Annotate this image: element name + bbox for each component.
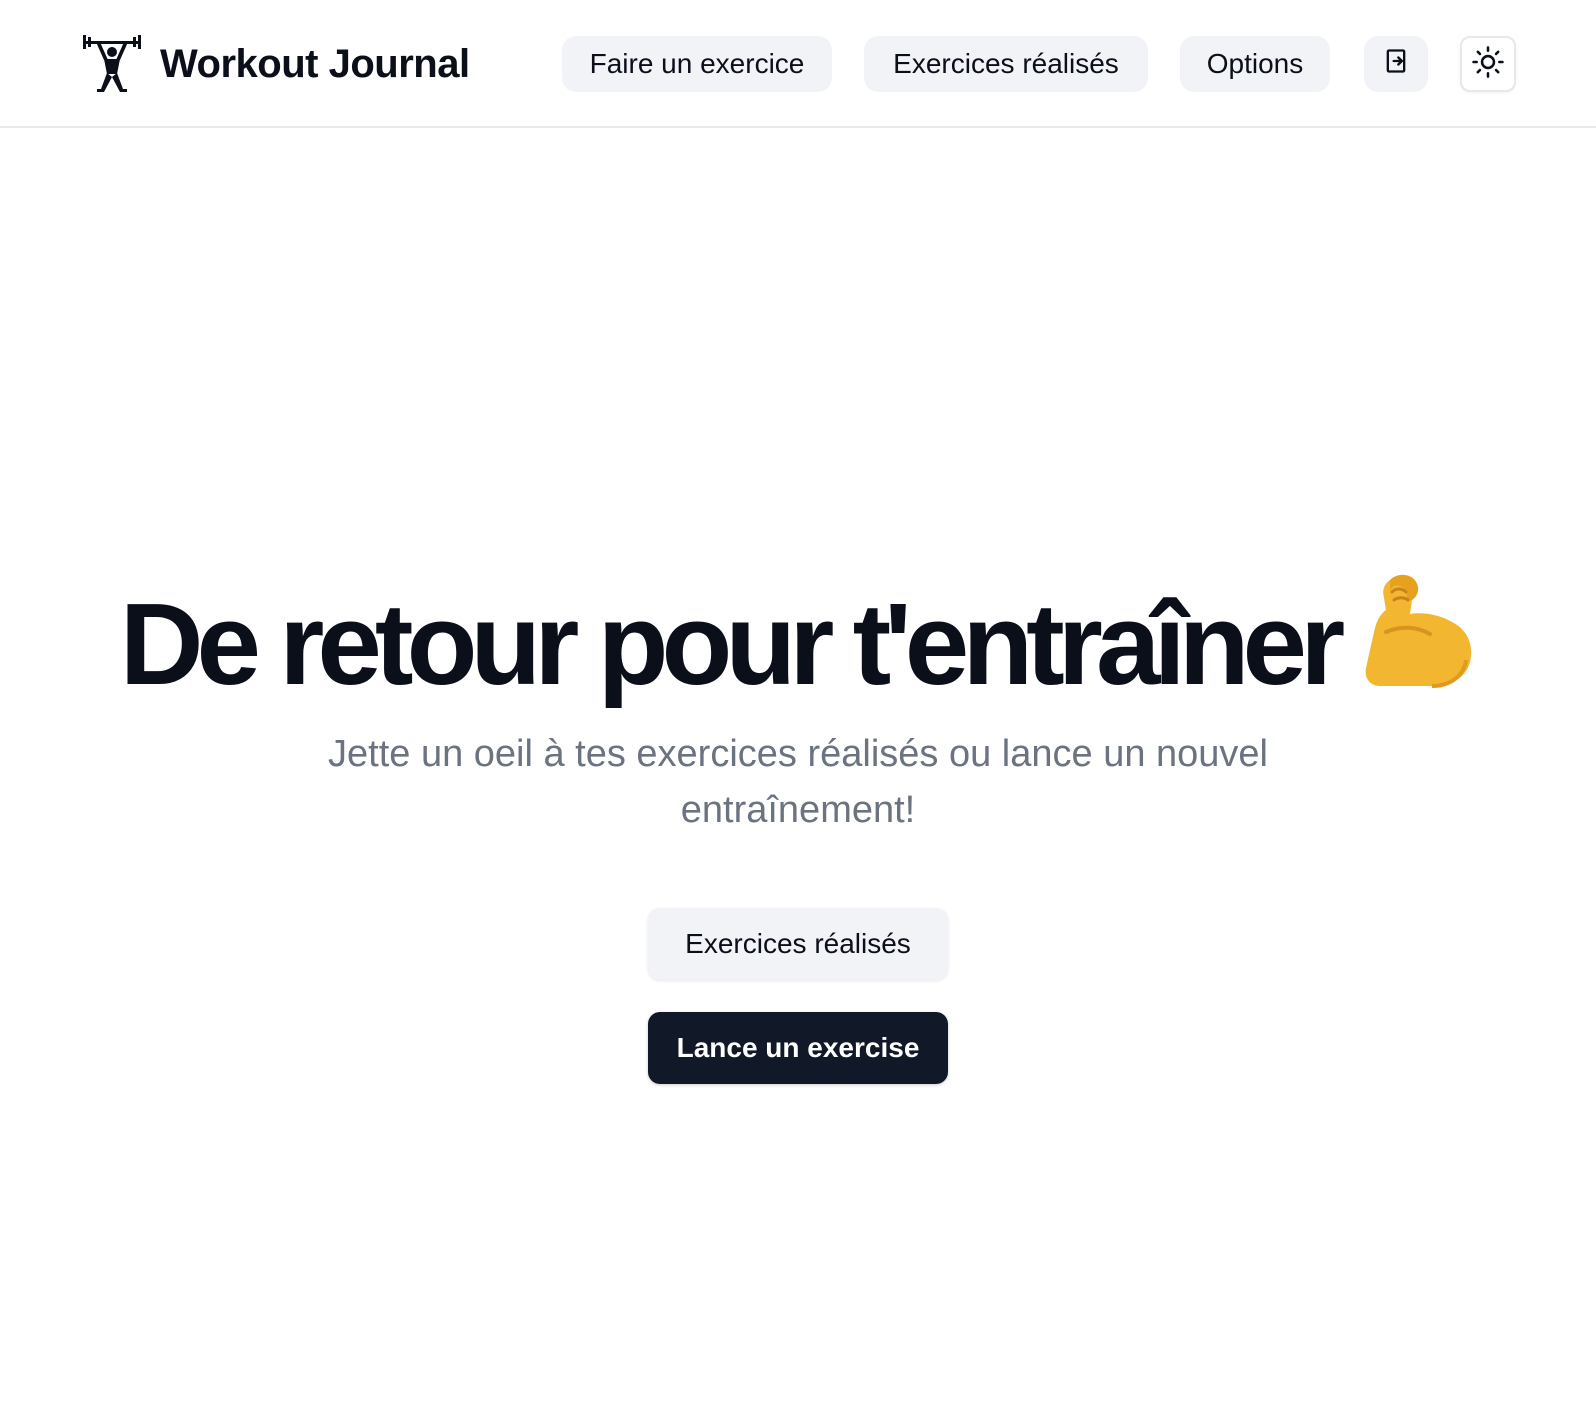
- top-navigation-bar: Workout Journal Faire un exercice Exerci…: [0, 0, 1596, 128]
- hero-title-text: De retour pour t'entraîner: [119, 579, 1345, 709]
- view-completed-exercises-button[interactable]: Exercices réalisés: [648, 908, 948, 980]
- nav-options-button[interactable]: Options: [1180, 36, 1330, 92]
- logout-button[interactable]: [1364, 36, 1428, 92]
- hero-title: De retour pour t'entraîner: [0, 570, 1596, 715]
- app-title: Workout Journal: [160, 41, 470, 86]
- hero-subtitle: Jette un oeil à tes exercices réalisés o…: [328, 733, 1268, 831]
- start-exercise-button[interactable]: Lance un exercise: [648, 1012, 948, 1084]
- theme-toggle-button[interactable]: [1460, 36, 1516, 92]
- weightlifter-icon: [80, 32, 144, 96]
- brand[interactable]: Workout Journal: [80, 32, 470, 96]
- flexed-biceps-icon: [1360, 570, 1476, 715]
- sun-icon: [1471, 45, 1505, 84]
- nav-exercices-realises-button[interactable]: Exercices réalisés: [864, 36, 1148, 92]
- logout-door-icon: [1382, 47, 1410, 82]
- nav-faire-un-exercice-button[interactable]: Faire un exercice: [562, 36, 832, 92]
